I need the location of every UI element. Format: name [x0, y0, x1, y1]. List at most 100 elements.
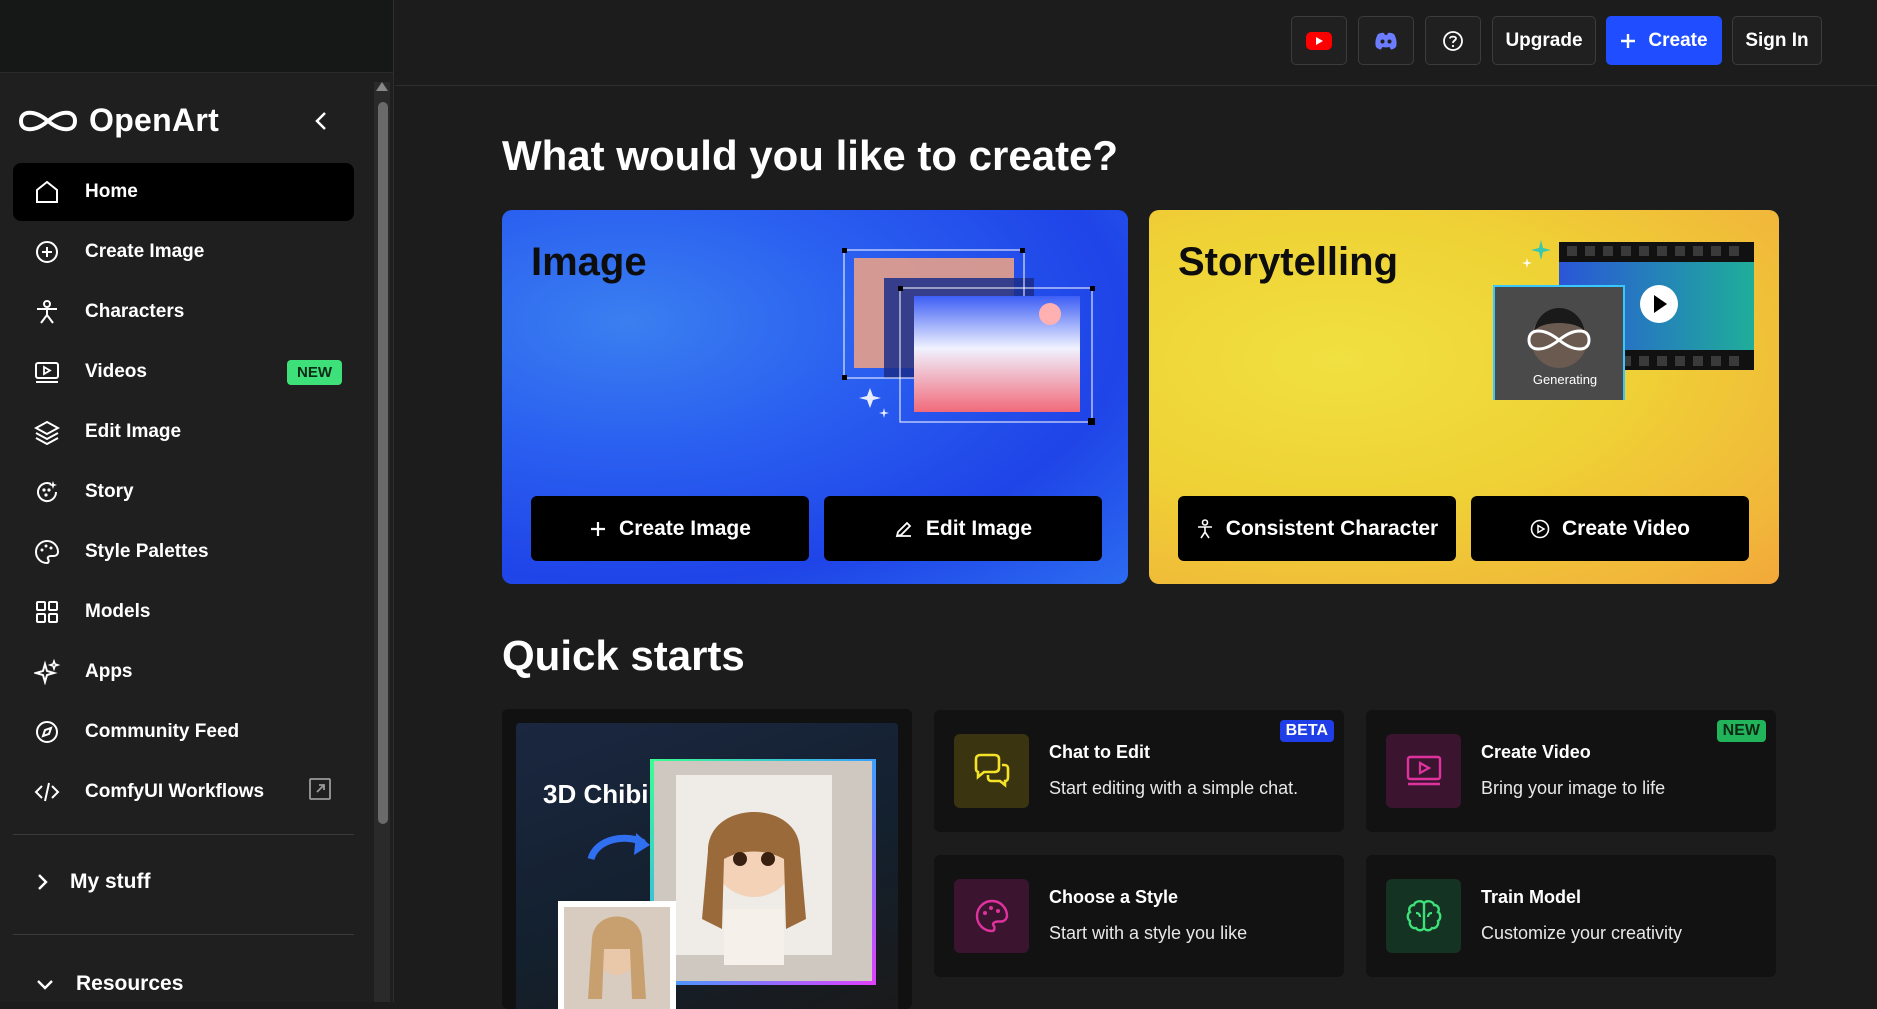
edit-image-label: Edit Image: [925, 516, 1033, 540]
brain-icon: [1386, 879, 1461, 953]
storytelling-card-title: Storytelling: [1178, 240, 1399, 284]
main-content: What would you like to create? Image Cre…: [395, 87, 1877, 1009]
chat-icon: [954, 734, 1029, 808]
play-circle-icon: [1530, 519, 1550, 538]
sidebar-item-apps[interactable]: Apps: [13, 643, 354, 701]
sidebar-item-models[interactable]: Models: [13, 583, 354, 641]
sidebar-item-story[interactable]: Story: [13, 463, 354, 521]
sidebar-item-home[interactable]: Home: [13, 163, 354, 221]
consistent-character-button[interactable]: Consistent Character: [1178, 496, 1456, 561]
sidebar-item-label: Story: [85, 481, 134, 502]
quick-start-3d-chibi[interactable]: 3D Chibi: [502, 709, 912, 1009]
logo[interactable]: OpenArt: [17, 102, 219, 139]
chevron-right-icon: [38, 874, 48, 890]
quick-start-title: Train Model: [1481, 887, 1582, 907]
code-icon: [33, 778, 61, 806]
sidebar-divider: [13, 834, 354, 835]
sidebar-item-style-palettes[interactable]: Style Palettes: [13, 523, 354, 581]
sidebar-item-label: Characters: [85, 301, 185, 322]
plus-circle-icon: [33, 238, 61, 266]
create-label: Create: [1648, 29, 1708, 51]
help-button[interactable]: [1425, 16, 1481, 65]
quick-start-desc: Customize your creativity: [1481, 923, 1683, 943]
person-icon: [33, 298, 61, 326]
plus-icon: [591, 521, 606, 536]
quick-start-title: Chat to Edit: [1049, 742, 1150, 762]
grid-icon: [33, 598, 61, 626]
help-icon: [1443, 30, 1463, 51]
pencil-icon: [895, 521, 912, 537]
page-title: What would you like to create?: [502, 132, 1119, 179]
chevron-left-icon: [315, 112, 326, 130]
openart-logo-icon: [18, 110, 78, 131]
upgrade-label: Upgrade: [1505, 29, 1583, 51]
upgrade-button[interactable]: Upgrade: [1492, 16, 1596, 65]
generating-label: Generating: [1532, 372, 1598, 387]
image-illustration: [842, 248, 1095, 425]
sparkle-icon: [33, 658, 61, 686]
sidebar: OpenArt Home Create Image Characters Vid…: [0, 0, 394, 1002]
create-image-button[interactable]: Create Image: [531, 496, 809, 561]
plus-icon: [1621, 33, 1636, 48]
story-icon: [33, 478, 61, 506]
scroll-up-arrow-icon[interactable]: [376, 82, 388, 91]
sidebar-item-label: Create Image: [85, 241, 205, 262]
sidebar-item-videos[interactable]: Videos NEW: [13, 343, 354, 401]
discord-button[interactable]: [1358, 16, 1414, 65]
quick-start-train-model[interactable]: Train Model Customize your creativity: [1366, 855, 1776, 977]
quick-start-chat-to-edit[interactable]: Chat to Edit Start editing with a simple…: [934, 710, 1344, 832]
sidebar-item-label: Community Feed: [85, 721, 240, 742]
sidebar-top-bar: [0, 0, 393, 73]
youtube-button[interactable]: [1291, 16, 1347, 65]
quick-start-desc: Bring your image to life: [1481, 778, 1666, 798]
sidebar-item-label: Home: [85, 181, 138, 202]
sidebar-item-characters[interactable]: Characters: [13, 283, 354, 341]
sidebar-item-label: Models: [85, 601, 151, 622]
resources-section[interactable]: Resources: [36, 972, 183, 996]
my-stuff-label: My stuff: [70, 870, 151, 893]
edit-image-button[interactable]: Edit Image: [824, 496, 1102, 561]
quick-start-title: Create Video: [1481, 742, 1591, 762]
collapse-sidebar-button[interactable]: [308, 108, 334, 134]
sidebar-item-label: Edit Image: [85, 421, 182, 442]
compass-icon: [33, 718, 61, 746]
image-card-title: Image: [531, 240, 647, 284]
logo-text: OpenArt: [89, 102, 220, 138]
chibi-illustration: [558, 759, 876, 1009]
image-card[interactable]: Image Create Image Edit Image: [502, 210, 1128, 584]
video-play-icon: [1386, 734, 1461, 808]
video-icon: [33, 358, 61, 386]
palette-icon: [33, 538, 61, 566]
external-link-icon: [308, 777, 332, 807]
new-badge: NEW: [287, 359, 342, 385]
quick-start-create-video[interactable]: Create Video Bring your image to life NE…: [1366, 710, 1776, 832]
sidebar-item-create-image[interactable]: Create Image: [13, 223, 354, 281]
sidebar-scrollbar-thumb[interactable]: [378, 102, 388, 824]
discord-icon: [1375, 32, 1397, 49]
sign-in-button[interactable]: Sign In: [1732, 16, 1822, 65]
layers-icon: [33, 418, 61, 446]
create-video-button[interactable]: Create Video: [1471, 496, 1749, 561]
quick-start-choose-a-style[interactable]: Choose a Style Start with a style you li…: [934, 855, 1344, 977]
sidebar-divider: [13, 934, 354, 935]
my-stuff-section[interactable]: My stuff: [36, 870, 151, 894]
sidebar-item-comfyui-workflows[interactable]: ComfyUI Workflows: [13, 763, 354, 821]
create-button[interactable]: Create: [1606, 16, 1722, 65]
chevron-down-icon: [37, 980, 53, 990]
sidebar-item-label: Apps: [85, 661, 133, 682]
consistent-character-label: Consistent Character: [1225, 516, 1439, 540]
sidebar-item-community-feed[interactable]: Community Feed: [13, 703, 354, 761]
sign-in-label: Sign In: [1745, 29, 1809, 51]
storytelling-card[interactable]: Storytelling Generating Consistent Chara…: [1149, 210, 1779, 584]
sidebar-item-label: Style Palettes: [85, 541, 209, 562]
chibi-preview: 3D Chibi: [516, 723, 898, 1009]
resources-label: Resources: [76, 972, 184, 995]
quick-starts-heading: Quick starts: [502, 632, 745, 679]
create-image-label: Create Image: [619, 516, 751, 540]
quick-start-desc: Start with a style you like: [1049, 923, 1248, 943]
create-video-label: Create Video: [1562, 516, 1690, 540]
sidebar-item-edit-image[interactable]: Edit Image: [13, 403, 354, 461]
top-bar: Upgrade Create Sign In: [395, 0, 1877, 86]
palette-icon: [954, 879, 1029, 953]
beta-badge: BETA: [1279, 720, 1334, 742]
